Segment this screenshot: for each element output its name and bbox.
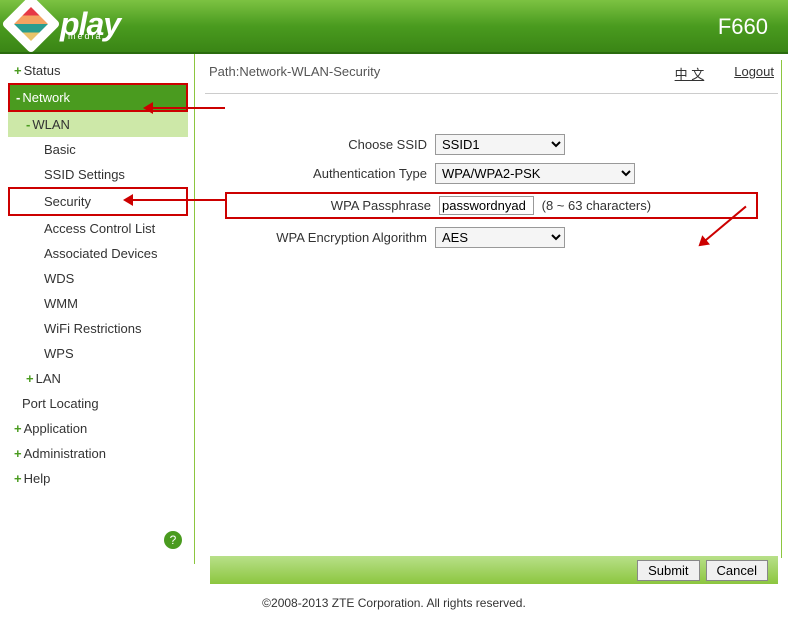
help-icon[interactable]: ?: [164, 531, 182, 549]
nav-wmm[interactable]: WMM: [8, 291, 188, 316]
ssid-select[interactable]: SSID1: [435, 134, 565, 155]
path-bar: Path:Network-WLAN-Security 中 文 Logout: [195, 54, 788, 93]
model-label: F660: [718, 14, 768, 40]
security-form: Choose SSID SSID1 Authentication Type WP…: [195, 134, 788, 248]
encryption-label: WPA Encryption Algorithm: [225, 230, 435, 245]
auth-type-select[interactable]: WPA/WPA2-PSK: [435, 163, 635, 184]
logo: play media: [10, 3, 120, 45]
language-link[interactable]: 中 文: [675, 64, 705, 83]
breadcrumb: Path:Network-WLAN-Security: [209, 64, 380, 83]
copyright: ©2008-2013 ZTE Corporation. All rights r…: [0, 596, 788, 610]
sidebar: Status Network WLAN Basic SSID Settings …: [0, 54, 195, 564]
logout-link[interactable]: Logout: [734, 64, 774, 83]
divider: [205, 93, 778, 94]
passphrase-hint: (8 ~ 63 characters): [542, 198, 651, 213]
nav-wifi-restrictions[interactable]: WiFi Restrictions: [8, 316, 188, 341]
annotation-arrow-icon: [125, 190, 225, 210]
nav-administration[interactable]: Administration: [8, 441, 188, 466]
logo-icon: [1, 0, 60, 54]
ssid-label: Choose SSID: [225, 137, 435, 152]
nav-ssid-settings[interactable]: SSID Settings: [8, 162, 188, 187]
nav-help[interactable]: Help: [8, 466, 188, 491]
nav-port-locating[interactable]: Port Locating: [8, 391, 188, 416]
action-bar: Submit Cancel: [210, 556, 778, 584]
passphrase-label: WPA Passphrase: [229, 198, 439, 213]
encryption-select[interactable]: AES: [435, 227, 565, 248]
main-content: Path:Network-WLAN-Security 中 文 Logout Ch…: [195, 54, 788, 564]
nav-lan[interactable]: LAN: [8, 366, 188, 391]
nav-acl[interactable]: Access Control List: [8, 216, 188, 241]
passphrase-input[interactable]: [439, 196, 534, 215]
header: play media F660: [0, 0, 788, 54]
cancel-button[interactable]: Cancel: [706, 560, 768, 581]
annotation-arrow-icon: [700, 235, 760, 275]
right-border: [781, 60, 782, 558]
nav-wps[interactable]: WPS: [8, 341, 188, 366]
nav-status[interactable]: Status: [8, 58, 188, 83]
nav-application[interactable]: Application: [8, 416, 188, 441]
nav-assoc-devices[interactable]: Associated Devices: [8, 241, 188, 266]
auth-label: Authentication Type: [225, 166, 435, 181]
logo-subtext: media: [68, 31, 103, 41]
nav-wds[interactable]: WDS: [8, 266, 188, 291]
submit-button[interactable]: Submit: [637, 560, 699, 581]
annotation-arrow-icon: [145, 98, 225, 118]
nav-basic[interactable]: Basic: [8, 137, 188, 162]
